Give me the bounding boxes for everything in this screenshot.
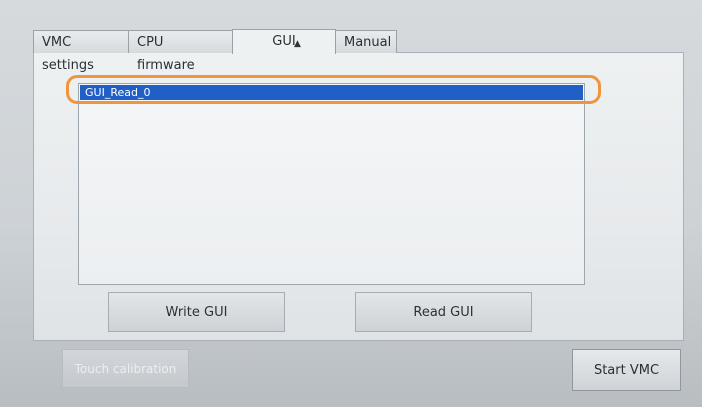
start-vmc-button[interactable]: Start VMC (572, 349, 681, 391)
tab-cpu-firmware[interactable]: CPU firmware (128, 30, 233, 73)
read-gui-button[interactable]: Read GUI (355, 292, 532, 332)
tab-vmc-settings[interactable]: VMC settings (33, 30, 129, 73)
mouse-cursor-icon: ▲ (294, 39, 301, 49)
screen: VMC settings CPU firmware GUI Manual ▲ G… (0, 0, 702, 407)
selection-highlight-ring (66, 75, 601, 104)
touch-calibration-button[interactable]: Touch calibration (62, 349, 189, 388)
gui-listbox[interactable]: GUI_Read_0 (78, 83, 585, 285)
tab-manual[interactable]: Manual (335, 30, 397, 53)
write-gui-button[interactable]: Write GUI (108, 292, 285, 332)
tab-bar: VMC settings CPU firmware GUI Manual (33, 29, 397, 73)
tab-gui[interactable]: GUI (232, 29, 336, 54)
